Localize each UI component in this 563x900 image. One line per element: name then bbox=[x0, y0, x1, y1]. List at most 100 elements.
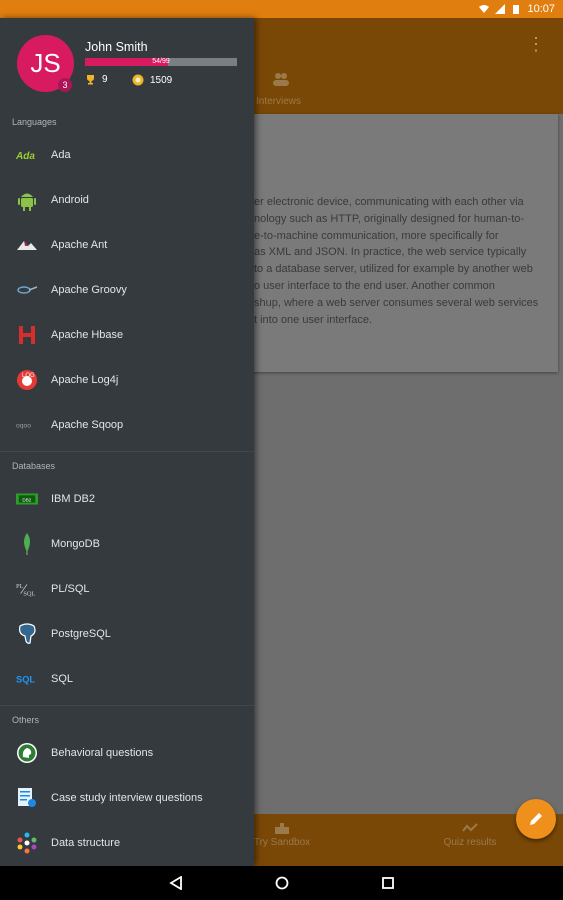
svg-text:PL: PL bbox=[16, 583, 24, 590]
sqoop-icon: oqoo bbox=[16, 414, 38, 436]
trophy-stat: 9 bbox=[85, 74, 108, 85]
content-card: er electronic device, communicating with… bbox=[230, 114, 558, 372]
drawer-item-label: Case study interview questions bbox=[51, 791, 203, 804]
quiz-results-label: Quiz results bbox=[443, 837, 497, 848]
sandbox-icon bbox=[275, 823, 289, 834]
drawer-item-apache-sqoop[interactable]: oqoo Apache Sqoop bbox=[0, 402, 254, 447]
signal-icon bbox=[495, 4, 506, 14]
drawer-item-label: PL/SQL bbox=[51, 582, 90, 595]
drawer-item-label: Apache Hbase bbox=[51, 328, 124, 341]
edit-fab[interactable] bbox=[516, 799, 556, 839]
svg-text:SQL: SQL bbox=[16, 674, 35, 684]
svg-text:SQL: SQL bbox=[23, 590, 35, 597]
try-sandbox-button[interactable]: Try Sandbox bbox=[252, 822, 312, 848]
drawer-item-ada[interactable]: Ada Ada bbox=[0, 132, 254, 177]
svg-text:DB2: DB2 bbox=[22, 497, 31, 502]
drawer-item-behavioral-questions[interactable]: Behavioral questions bbox=[0, 730, 254, 775]
xp-progress-text: 54/99 bbox=[152, 58, 170, 65]
people-icon bbox=[273, 73, 289, 86]
card-line: o user interface to the end user. Anothe… bbox=[254, 279, 495, 292]
trophy-icon bbox=[87, 75, 94, 85]
back-button[interactable] bbox=[167, 874, 185, 892]
postgresql-icon bbox=[16, 622, 38, 645]
card-line: to a database server, utilized for examp… bbox=[254, 263, 533, 276]
card-line: shup, where a web server consumes severa… bbox=[254, 296, 539, 309]
drawer-item-label: SQL bbox=[51, 672, 74, 685]
drawer-item-label: PostgreSQL bbox=[51, 627, 111, 640]
wifi-icon bbox=[479, 5, 490, 13]
card-line: as XML and JSON. In practice, the web se… bbox=[254, 246, 527, 259]
drawer-item-label: Apache Log4j bbox=[51, 373, 119, 386]
card-line: t into one user interface. bbox=[254, 313, 373, 326]
coin-stat: 1509 bbox=[132, 74, 172, 86]
drawer-item-mongodb[interactable]: MongoDB bbox=[0, 521, 254, 566]
card-line: er electronic device, communicating with… bbox=[254, 196, 524, 208]
drawer-item-data-structure[interactable]: Data structure bbox=[0, 820, 254, 865]
mongodb-icon bbox=[16, 532, 38, 555]
drawer-item-case-study[interactable]: Case study interview questions bbox=[0, 775, 254, 820]
recents-button[interactable] bbox=[379, 874, 397, 892]
back-icon bbox=[168, 876, 182, 890]
divider bbox=[0, 705, 254, 706]
section-languages: Languages bbox=[12, 117, 57, 127]
drawer-item-label: IBM DB2 bbox=[51, 492, 96, 505]
drawer-item-label: Data structure bbox=[51, 836, 121, 849]
drawer-item-apache-log4j[interactable]: LOG Apache Log4j bbox=[0, 357, 254, 402]
plsql-icon: PL SQL bbox=[16, 578, 38, 600]
recents-icon bbox=[381, 877, 394, 889]
ada-icon: Ada bbox=[16, 144, 38, 166]
trophy-count: 9 bbox=[102, 74, 108, 85]
svg-text:Ada: Ada bbox=[16, 151, 35, 161]
drawer-item-android[interactable]: Android bbox=[0, 177, 254, 222]
navigation-drawer: JS 3 John Smith 54/99 9 1509 Languages A… bbox=[0, 18, 254, 866]
drawer-item-apache-hbase[interactable]: Apache Hbase bbox=[0, 312, 254, 357]
drawer-item-label: Android bbox=[51, 193, 89, 206]
drawer-item-label: MongoDB bbox=[51, 537, 100, 550]
svg-text:LOG: LOG bbox=[22, 373, 35, 379]
section-databases: Databases bbox=[12, 461, 56, 471]
battery-icon bbox=[513, 5, 520, 14]
drawer-item-label: Behavioral questions bbox=[51, 746, 154, 759]
drawer-item-label: Apache Sqoop bbox=[51, 418, 124, 431]
divider bbox=[0, 451, 254, 452]
svg-text:oqoo: oqoo bbox=[16, 422, 31, 429]
log4j-icon: LOG bbox=[16, 369, 38, 391]
home-button[interactable] bbox=[273, 874, 291, 892]
section-others: Others bbox=[12, 715, 40, 725]
quiz-results-button[interactable]: Quiz results bbox=[438, 822, 502, 848]
android-icon bbox=[16, 189, 38, 211]
level-badge: 3 bbox=[58, 78, 72, 92]
sql-icon: SQL bbox=[16, 668, 38, 690]
case-study-icon bbox=[16, 787, 38, 809]
chart-icon bbox=[462, 823, 478, 832]
drawer-item-label: Apache Groovy bbox=[51, 283, 127, 296]
drawer-item-sql[interactable]: SQL SQL bbox=[0, 656, 254, 701]
drawer-item-apache-ant[interactable]: Apache Ant bbox=[0, 222, 254, 267]
drawer-item-postgresql[interactable]: PostgreSQL bbox=[0, 611, 254, 656]
drawer-item-ibm-db2[interactable]: DB2 IBM DB2 bbox=[0, 476, 254, 521]
drawer-item-apache-groovy[interactable]: Apache Groovy bbox=[0, 267, 254, 312]
groovy-icon bbox=[16, 279, 38, 301]
system-nav-bar bbox=[0, 866, 563, 900]
apache-ant-icon bbox=[16, 234, 38, 256]
drawer-item-label: Apache Ant bbox=[51, 238, 108, 251]
user-name: John Smith bbox=[85, 40, 148, 54]
xp-progress-bar: 54/99 bbox=[85, 58, 237, 66]
coin-count: 1509 bbox=[150, 74, 173, 86]
home-icon bbox=[275, 876, 288, 890]
card-line: e-to-machine communication, more specifi… bbox=[254, 229, 499, 242]
status-time: 10:07 bbox=[527, 3, 555, 15]
try-sandbox-label: Try Sandbox bbox=[253, 837, 311, 848]
profile-header[interactable]: JS 3 John Smith 54/99 9 1509 bbox=[0, 18, 254, 112]
pencil-icon bbox=[530, 813, 542, 825]
hbase-icon bbox=[16, 324, 38, 346]
behavioral-icon bbox=[16, 742, 38, 764]
db2-icon: DB2 bbox=[16, 488, 38, 510]
tab-interviews[interactable]: Interviews bbox=[256, 96, 301, 107]
overflow-menu-icon[interactable]: ⋮ bbox=[527, 34, 545, 55]
data-structure-icon bbox=[16, 832, 38, 854]
coin-icon bbox=[132, 74, 144, 86]
drawer-item-plsql[interactable]: PL SQL PL/SQL bbox=[0, 566, 254, 611]
status-bar: 10:07 bbox=[0, 0, 563, 18]
drawer-item-label: Ada bbox=[51, 148, 71, 161]
